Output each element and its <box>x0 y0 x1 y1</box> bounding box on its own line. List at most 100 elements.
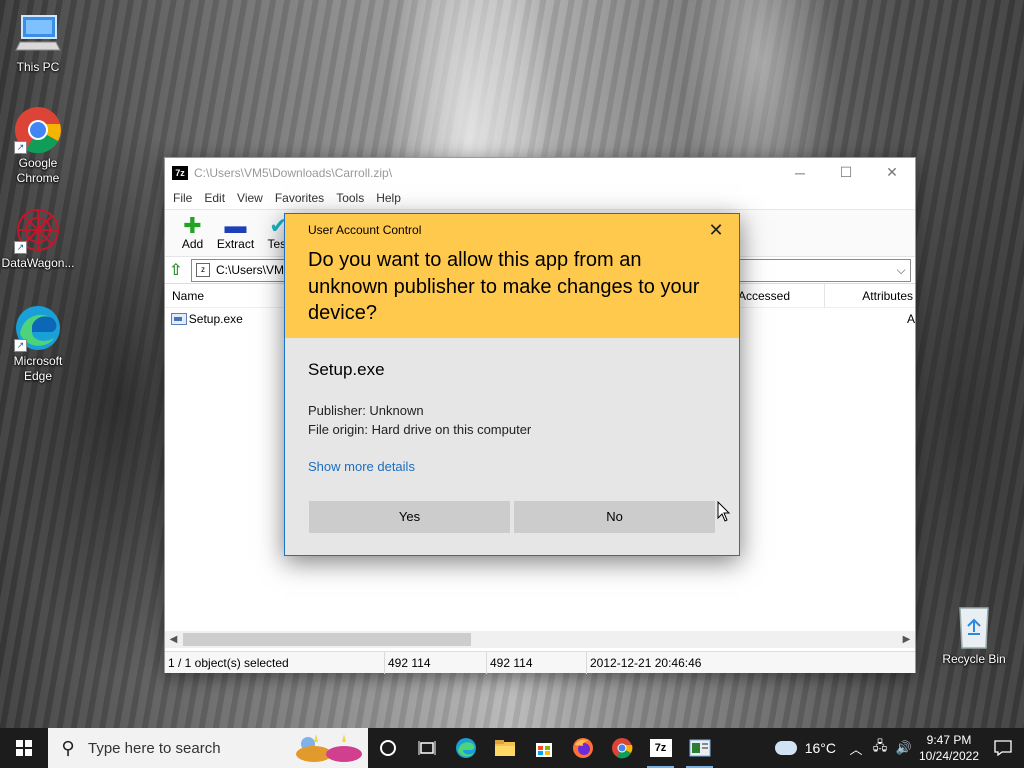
chevron-down-icon[interactable]: ⌵ <box>892 263 910 278</box>
file-explorer-icon[interactable] <box>485 728 524 768</box>
cortana-icon[interactable] <box>368 728 407 768</box>
close-icon[interactable]: ✕ <box>707 220 725 241</box>
setup-taskbar-icon[interactable] <box>680 728 719 768</box>
zip-archive-icon: z <box>196 263 210 277</box>
desktop-icon-google-chrome[interactable]: ↗ Google Chrome <box>0 106 76 186</box>
desktop-icon-label: This PC <box>16 60 60 74</box>
mouse-cursor-icon <box>717 501 731 522</box>
close-button[interactable]: ✕ <box>869 158 915 187</box>
desktop-icon-label: Microsoft <box>13 354 63 368</box>
yes-button[interactable]: Yes <box>309 501 510 533</box>
sevenzip-taskbar-icon[interactable]: 7z <box>641 728 680 768</box>
uac-app-name: Setup.exe <box>308 360 385 379</box>
desktop-icon-recycle-bin[interactable]: Recycle Bin <box>936 602 1012 667</box>
status-packed: 492 114 <box>487 651 587 674</box>
start-button[interactable] <box>0 728 48 768</box>
maximize-button[interactable]: ☐ <box>823 158 869 187</box>
shortcut-arrow-icon: ↗ <box>14 141 27 154</box>
clock[interactable]: 9:47 PM 10/24/2022 <box>916 732 982 764</box>
column-accessed[interactable]: Accessed <box>731 283 825 308</box>
desktop-icon-label: Recycle Bin <box>942 652 1006 666</box>
uac-publisher: Publisher: Unknown <box>308 403 424 418</box>
recycle-bin-icon <box>950 602 998 650</box>
chevron-up-icon[interactable]: ︿ <box>844 739 868 758</box>
shortcut-arrow-icon: ↗ <box>14 241 27 254</box>
microsoft-store-icon[interactable] <box>524 728 563 768</box>
menu-bar: File Edit View Favorites Tools Help <box>165 187 915 209</box>
firefox-icon[interactable] <box>563 728 602 768</box>
status-selected: 1 / 1 object(s) selected <box>165 651 385 674</box>
menu-view[interactable]: View <box>231 191 269 205</box>
extract-button[interactable]: ▬ Extract <box>214 215 257 256</box>
window-titlebar[interactable]: 7z C:\Users\VM5\Downloads\Carroll.zip\ ─… <box>165 158 915 187</box>
taskbar: ⚲ Type here to search 7z 16°C ︿ 🖧 🔊 9:47… <box>0 728 1024 768</box>
temperature: 16°C <box>804 740 836 756</box>
close-icon: ✕ <box>886 164 898 180</box>
uac-question: Do you want to allow this app from an un… <box>308 249 700 324</box>
add-button[interactable]: ✚ Add <box>171 215 214 256</box>
scrollbar-thumb[interactable] <box>183 633 471 646</box>
clock-time: 9:47 PM <box>926 733 972 747</box>
uac-header: User Account Control ✕ Do you want to al… <box>285 214 739 338</box>
menu-file[interactable]: File <box>167 191 198 205</box>
search-highlight-icon <box>296 734 362 762</box>
no-button[interactable]: No <box>514 501 715 533</box>
uac-file-origin: File origin: Hard drive on this computer <box>308 422 532 437</box>
search-placeholder: Type here to search <box>88 739 221 757</box>
notification-icon[interactable] <box>982 728 1024 768</box>
minus-icon: ▬ <box>224 213 247 238</box>
volume-icon[interactable]: 🔊 <box>892 740 916 756</box>
desktop-icon-datawagon[interactable]: ↗ DataWagon... <box>0 206 76 271</box>
desktop-icon-this-pc[interactable]: This PC <box>0 10 76 75</box>
status-size: 492 114 <box>385 651 487 674</box>
desktop-icon-label: Chrome <box>16 171 60 185</box>
show-more-details-link[interactable]: Show more details <box>308 459 716 474</box>
this-pc-icon <box>14 10 62 58</box>
status-modified: 2012-12-21 20:46:46 <box>590 655 702 670</box>
menu-tools[interactable]: Tools <box>330 191 370 205</box>
minimize-icon: ─ <box>795 164 805 181</box>
search-icon: ⚲ <box>61 737 75 758</box>
exe-file-icon <box>171 313 187 325</box>
uac-dialog: User Account Control ✕ Do you want to al… <box>284 213 740 556</box>
scroll-right-icon[interactable]: ▶ <box>898 634 915 645</box>
scroll-left-icon[interactable]: ◀ <box>165 634 182 645</box>
desktop-icon-label: Edge <box>23 369 53 383</box>
uac-buttons: Yes No <box>309 501 719 533</box>
status-bar: 1 / 1 object(s) selected 492 114 492 114… <box>165 651 915 674</box>
window-title: C:\Users\VM5\Downloads\Carroll.zip\ <box>194 165 393 180</box>
datawagon-icon: ↗ <box>14 206 62 254</box>
horizontal-scrollbar[interactable]: ◀ ▶ <box>165 631 915 648</box>
minimize-button[interactable]: ─ <box>777 158 823 187</box>
menu-help[interactable]: Help <box>370 191 407 205</box>
sevenzip-app-icon: 7z <box>172 165 188 180</box>
sevenzip-logo-icon: 7z <box>649 739 672 757</box>
chrome-icon: ↗ <box>14 106 62 154</box>
add-button-label: Add <box>181 237 204 251</box>
weather-widget[interactable]: 16°C <box>767 740 844 756</box>
extract-button-label: Extract <box>216 237 255 251</box>
uac-body: Setup.exe Publisher: Unknown File origin… <box>285 338 739 555</box>
edge-icon: ↗ <box>14 304 62 352</box>
cloud-icon <box>774 741 797 755</box>
uac-header-label: User Account Control <box>308 223 422 237</box>
system-tray: 16°C ︿ 🖧 🔊 9:47 PM 10/24/2022 <box>767 728 1024 768</box>
shortcut-arrow-icon: ↗ <box>14 339 27 352</box>
taskbar-search-box[interactable]: ⚲ Type here to search <box>48 728 368 768</box>
chrome-taskbar-icon[interactable] <box>602 728 641 768</box>
menu-edit[interactable]: Edit <box>198 191 231 205</box>
task-view-icon[interactable] <box>407 728 446 768</box>
desktop-icon-label: DataWagon... <box>1 256 75 270</box>
up-folder-icon[interactable]: ⇧ <box>169 260 191 280</box>
clock-date: 10/24/2022 <box>918 749 980 763</box>
windows-logo-icon <box>16 740 32 756</box>
desktop-icon-label: Google <box>18 156 58 170</box>
maximize-icon: ☐ <box>839 164 853 180</box>
menu-favorites[interactable]: Favorites <box>269 191 330 205</box>
network-icon[interactable]: 🖧 <box>868 737 892 759</box>
edge-taskbar-icon[interactable] <box>446 728 485 768</box>
file-attributes: A <box>906 312 915 326</box>
desktop-icon-microsoft-edge[interactable]: ↗ Microsoft Edge <box>0 304 76 384</box>
uac-details: Publisher: Unknown File origin: Hard dri… <box>308 401 716 439</box>
column-attributes[interactable]: Attributes <box>825 284 915 308</box>
